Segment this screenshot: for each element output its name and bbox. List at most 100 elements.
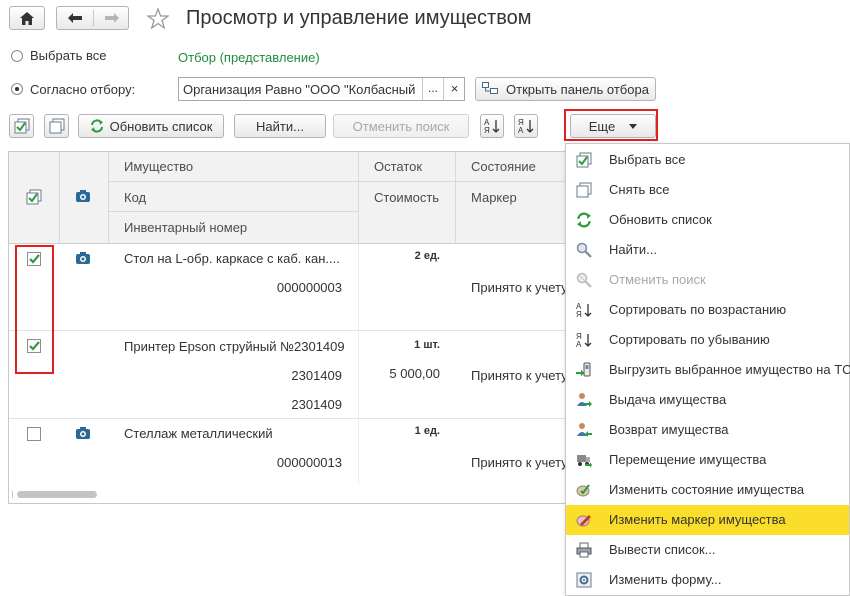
menu-item-change-state[interactable]: Изменить состояние имущества bbox=[566, 475, 849, 505]
according-filter-radio[interactable] bbox=[11, 83, 23, 95]
check-all-icon bbox=[14, 118, 29, 134]
return-property-icon bbox=[577, 423, 592, 437]
menu-item-export-tsd[interactable]: Выгрузить выбранное имущество на ТС bbox=[566, 355, 850, 385]
menu-item-label: Найти... bbox=[609, 242, 657, 257]
filter-link[interactable]: Отбор (представление) bbox=[178, 50, 320, 65]
find-button[interactable]: Найти... bbox=[234, 114, 326, 138]
find-icon bbox=[576, 242, 592, 258]
header-cost[interactable]: Стоимость bbox=[374, 190, 439, 205]
print-list-icon bbox=[576, 542, 592, 558]
refresh-icon bbox=[577, 212, 591, 228]
header-marker[interactable]: Маркер bbox=[471, 190, 517, 205]
open-filter-panel-button[interactable]: Открыть панель отбора bbox=[475, 77, 656, 101]
row-code: 2301409 bbox=[291, 368, 342, 383]
refresh-list-button[interactable]: Обновить список bbox=[78, 114, 224, 138]
camera-icon[interactable] bbox=[76, 252, 90, 264]
row-checkbox[interactable] bbox=[27, 427, 41, 441]
select-all-icon bbox=[576, 152, 592, 168]
menu-item-issue-property[interactable]: Выдача имущества bbox=[566, 385, 849, 415]
row-inventory-number: 2301409 bbox=[291, 397, 342, 412]
sort-descending-button[interactable]: Я A bbox=[514, 114, 538, 138]
menu-item-label: Перемещение имущества bbox=[609, 452, 767, 467]
more-button-annotation bbox=[564, 109, 658, 141]
menu-item-deselect-all[interactable]: Снять все bbox=[566, 175, 849, 205]
arrow-right-icon bbox=[104, 13, 119, 23]
menu-item-label: Изменить состояние имущества bbox=[609, 482, 805, 497]
row-balance: 2 ед. bbox=[414, 250, 440, 262]
sort-asc-icon: A Я bbox=[484, 118, 500, 134]
header-inventory-number[interactable]: Инвентарный номер bbox=[124, 220, 247, 235]
open-filter-panel-label: Открыть панель отбора bbox=[506, 81, 649, 97]
menu-item-print-list[interactable]: Вывести список... bbox=[566, 535, 849, 565]
forward-button[interactable] bbox=[94, 7, 129, 29]
menu-item-label: Выдача имущества bbox=[609, 392, 727, 407]
menu-item-label: Снять все bbox=[609, 182, 670, 197]
check-all-toolbar-button[interactable] bbox=[9, 114, 34, 138]
menu-item-label: Выбрать все bbox=[609, 152, 686, 167]
header-code[interactable]: Код bbox=[124, 190, 146, 205]
table-row[interactable]: Стол на L-обр. каркасе с каб. кан.... 00… bbox=[9, 244, 567, 330]
change-form-icon bbox=[576, 572, 592, 588]
select-all-label: Выбрать все bbox=[30, 48, 107, 63]
row-code: 000000003 bbox=[276, 280, 342, 295]
row-name: Стол на L-обр. каркасе с каб. кан.... bbox=[124, 251, 340, 266]
header-balance[interactable]: Остаток bbox=[374, 159, 422, 174]
menu-item-label: Сортировать по возрастанию bbox=[609, 302, 787, 317]
menu-item-label: Вывести список... bbox=[609, 542, 716, 557]
organization-field[interactable]: Организация Равно "ООО "Колбасный ... × bbox=[178, 77, 465, 101]
row-balance: 1 шт. bbox=[414, 339, 440, 351]
menu-item-sort-desc[interactable]: ЯA Сортировать по убыванию bbox=[566, 325, 849, 355]
row-name: Принтер Epson струйный №2301409 bbox=[124, 339, 345, 354]
sort-asc-icon: AЯ bbox=[576, 302, 592, 318]
header-property[interactable]: Имущество bbox=[124, 159, 193, 174]
sort-ascending-button[interactable]: A Я bbox=[480, 114, 504, 138]
row-state: Принято к учету bbox=[471, 368, 568, 383]
menu-item-refresh[interactable]: Обновить список bbox=[566, 205, 849, 235]
checked-rows-annotation bbox=[15, 245, 54, 374]
nav-buttons bbox=[56, 6, 129, 30]
menu-item-cancel-search[interactable]: Отменить поиск bbox=[566, 265, 849, 295]
menu-item-label: Отменить поиск bbox=[609, 272, 706, 287]
cancel-search-button[interactable]: Отменить поиск bbox=[333, 114, 469, 138]
menu-item-label: Изменить маркер имущества bbox=[609, 512, 786, 527]
according-filter-label: Согласно отбору: bbox=[30, 82, 136, 97]
menu-item-change-marker[interactable]: Изменить маркер имущества bbox=[566, 505, 849, 535]
select-button[interactable]: ... bbox=[422, 78, 443, 100]
home-button[interactable] bbox=[9, 6, 45, 30]
table-row[interactable]: Стеллаж металлический 000000013 1 ед. Пр… bbox=[9, 419, 568, 485]
horizontal-scrollbar[interactable] bbox=[17, 491, 97, 498]
table-row[interactable]: Принтер Epson струйный №2301409 2301409 … bbox=[9, 331, 568, 418]
menu-item-move-property[interactable]: Перемещение имущества bbox=[566, 445, 849, 475]
refresh-list-label: Обновить список bbox=[109, 118, 213, 134]
filter-panel-icon bbox=[482, 82, 498, 94]
menu-item-find[interactable]: Найти... bbox=[566, 235, 849, 265]
organization-value: Организация Равно "ООО "Колбасный bbox=[183, 82, 416, 97]
menu-item-select-all[interactable]: Выбрать все bbox=[566, 145, 849, 175]
menu-item-return-property[interactable]: Возврат имущества bbox=[566, 415, 849, 445]
change-marker-icon bbox=[576, 515, 591, 527]
menu-item-sort-asc[interactable]: AЯ Сортировать по возрастанию bbox=[566, 295, 849, 325]
change-state-icon bbox=[576, 484, 590, 497]
clear-button[interactable]: × bbox=[443, 78, 464, 100]
row-name: Стеллаж металлический bbox=[124, 426, 273, 441]
camera-icon[interactable] bbox=[76, 427, 90, 439]
select-all-radio[interactable] bbox=[11, 50, 23, 62]
more-menu: Выбрать все Снять все Обновить список На… bbox=[565, 143, 850, 596]
back-button[interactable] bbox=[57, 7, 93, 29]
move-property-icon bbox=[577, 455, 592, 468]
menu-item-label: Изменить форму... bbox=[609, 572, 722, 587]
page-title: Просмотр и управление имуществом bbox=[186, 7, 532, 29]
svg-text:Я: Я bbox=[484, 126, 490, 134]
camera-header-icon bbox=[76, 190, 90, 202]
row-state: Принято к учету bbox=[471, 455, 568, 470]
star-icon[interactable] bbox=[147, 8, 169, 29]
scroll-left-marker bbox=[12, 491, 13, 498]
export-tsd-icon bbox=[576, 362, 591, 377]
menu-item-change-form[interactable]: Изменить форму... bbox=[566, 565, 849, 595]
menu-item-label: Возврат имущества bbox=[609, 422, 729, 437]
check-all-header-icon[interactable] bbox=[26, 189, 42, 205]
uncheck-all-toolbar-button[interactable] bbox=[44, 114, 69, 138]
menu-item-label: Сортировать по убыванию bbox=[609, 332, 770, 347]
header-state[interactable]: Состояние bbox=[471, 159, 536, 174]
uncheck-all-icon bbox=[49, 118, 64, 134]
